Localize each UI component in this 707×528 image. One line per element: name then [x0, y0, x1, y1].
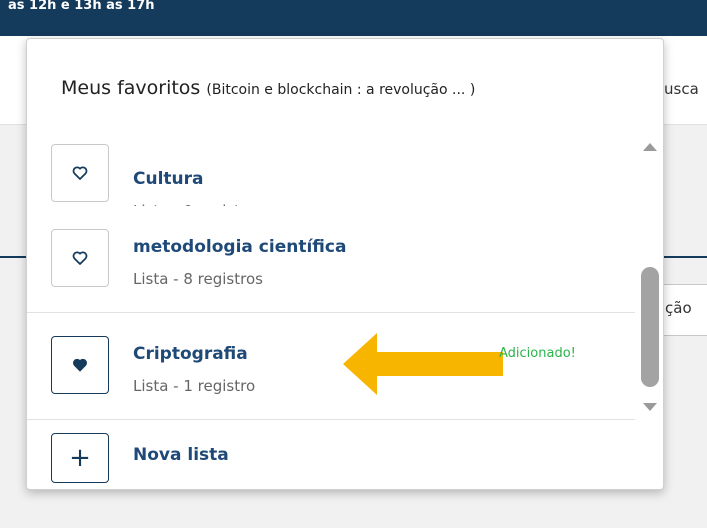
banner-text: as 12h e 13h as 17h	[8, 0, 155, 13]
list-name[interactable]: Cultura	[133, 169, 204, 189]
heart-outline-icon	[72, 166, 88, 180]
list-name[interactable]: metodologia científica	[133, 237, 346, 257]
favorites-subtitle: (Bitcoin e blockchain : a revolução ... …	[206, 82, 476, 98]
heart-outline-icon	[72, 251, 88, 265]
search-link-fragment[interactable]: usca	[664, 80, 699, 98]
list-count: Lista - 1 registro	[133, 377, 256, 395]
favorite-toggle-button[interactable]	[51, 229, 109, 287]
scrollbar-thumb[interactable]	[641, 267, 659, 387]
new-list-row[interactable]: + Nova lista	[27, 423, 663, 489]
top-banner: as 12h e 13h as 17h	[0, 0, 707, 36]
favorites-title: Meus favoritos (Bitcoin e blockchain : a…	[61, 77, 475, 99]
scrollbar[interactable]	[635, 131, 663, 421]
scroll-down-icon[interactable]	[643, 403, 657, 411]
background-field-text: ção	[665, 299, 692, 317]
list-item[interactable]: Criptografia Lista - 1 registro Adiciona…	[27, 313, 635, 420]
list-name[interactable]: Criptografia	[133, 344, 248, 364]
list-item[interactable]: metodologia científica Lista - 8 registr…	[27, 206, 635, 313]
plus-icon[interactable]: +	[51, 433, 109, 483]
favorites-dropdown: Meus favoritos (Bitcoin e blockchain : a…	[26, 38, 664, 490]
favorite-toggle-button[interactable]	[51, 336, 109, 394]
arrow-left-icon	[343, 333, 503, 395]
list-count: Lista - 8 registros	[133, 270, 263, 288]
favorite-toggle-button[interactable]	[51, 144, 109, 202]
favorites-title-text: Meus favoritos	[61, 77, 201, 99]
heart-filled-icon	[73, 358, 87, 372]
scroll-up-icon[interactable]	[643, 143, 657, 151]
new-list-label[interactable]: Nova lista	[133, 445, 229, 465]
added-status: Adicionado!	[499, 346, 576, 361]
